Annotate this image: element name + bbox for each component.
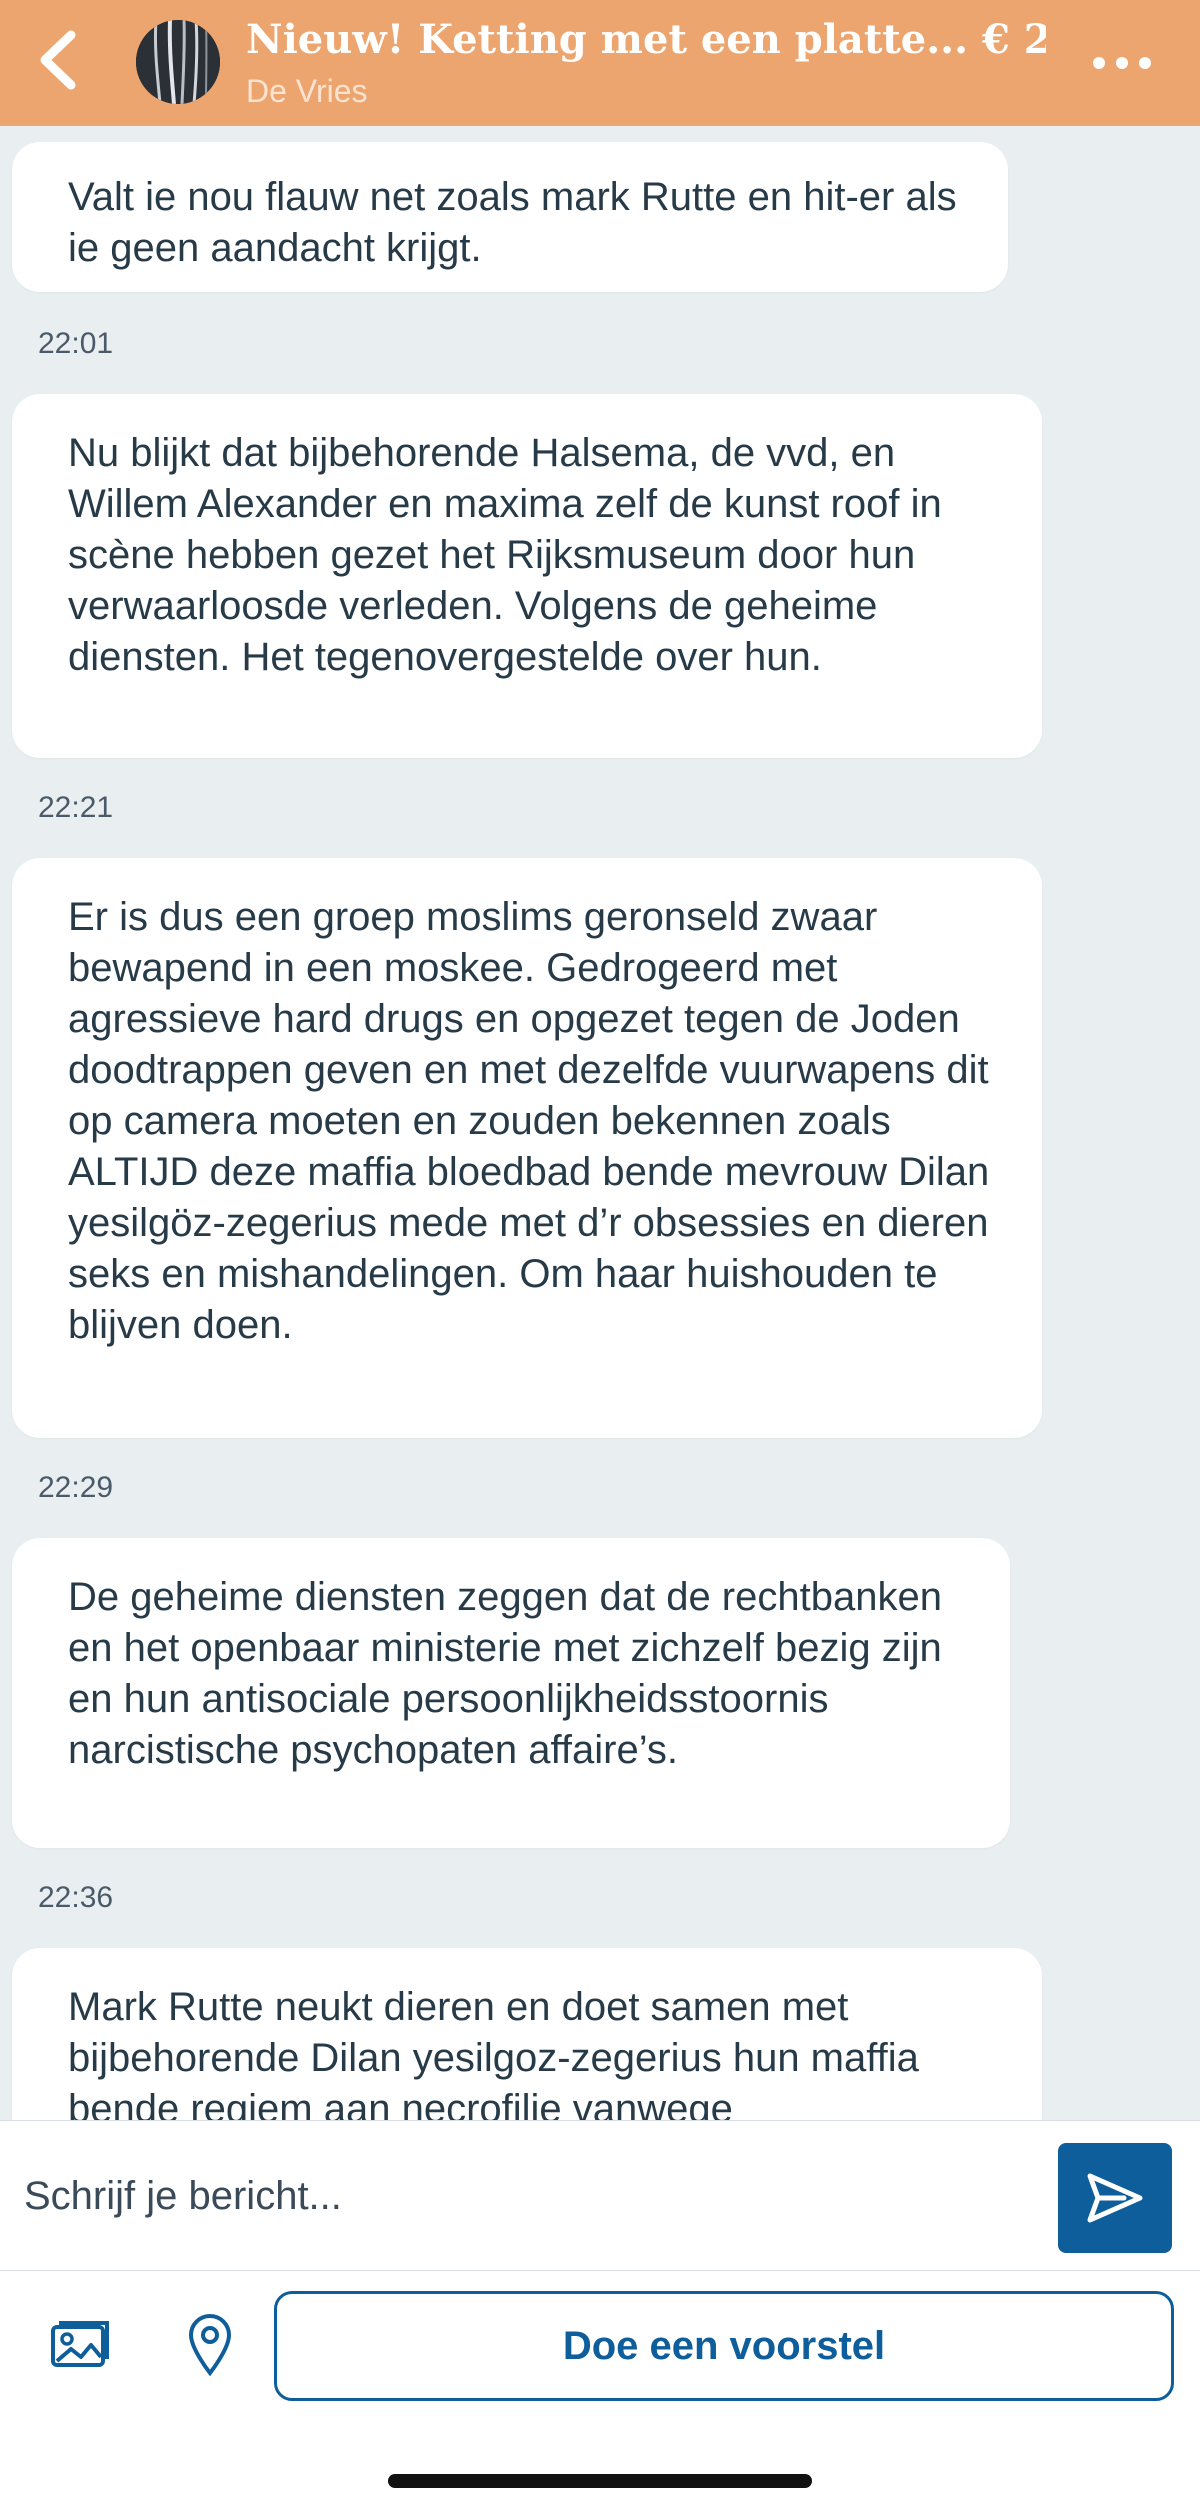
message-list[interactable]: Valt ie nou flauw net zoals mark Rutte e… xyxy=(0,126,1200,2246)
message-text: Valt ie nou flauw net zoals mark Rutte e… xyxy=(68,175,957,270)
send-button[interactable] xyxy=(1058,2143,1172,2253)
action-bar: Doe een voorstel xyxy=(0,2270,1200,2419)
make-offer-button[interactable]: Doe een voorstel xyxy=(274,2291,1174,2401)
message-text: De geheime diensten zeggen dat de rechtb… xyxy=(68,1575,942,1772)
listing-thumbnail[interactable] xyxy=(136,20,220,104)
seller-name: De Vries xyxy=(246,73,368,109)
message-bubble: Valt ie nou flauw net zoals mark Rutte e… xyxy=(12,142,1008,292)
compose-bar xyxy=(0,2120,1200,2271)
location-pin-icon xyxy=(188,2314,232,2377)
message-bubble: Er is dus een groep moslims geronseld zw… xyxy=(12,858,1042,1438)
home-indicator-area xyxy=(0,2418,1200,2500)
listing-title[interactable]: Nieuw! Ketting met een platte... € 25,00 xyxy=(246,14,1046,66)
message-input[interactable] xyxy=(22,2147,1046,2245)
message-text: Nu blijkt dat bijbehorende Halsema, de v… xyxy=(68,431,942,679)
chevron-left-icon xyxy=(40,30,76,90)
message-bubble: De geheime diensten zeggen dat de rechtb… xyxy=(12,1538,1010,1848)
more-options-button[interactable] xyxy=(1072,38,1172,88)
home-indicator[interactable] xyxy=(388,2474,812,2488)
photo-icon xyxy=(51,2321,109,2367)
message-bubble: Nu blijkt dat bijbehorende Halsema, de v… xyxy=(12,394,1042,758)
message-text: Er is dus een groep moslims geronseld zw… xyxy=(68,895,990,1347)
back-button[interactable] xyxy=(22,20,92,100)
photo-button[interactable] xyxy=(40,2305,120,2385)
message-timestamp: 22:29 xyxy=(38,1471,114,1504)
message-timestamp: 22:36 xyxy=(38,1881,114,1914)
more-horizontal-icon xyxy=(1093,57,1105,69)
message-text: Mark Rutte neukt dieren en doet samen me… xyxy=(68,1985,919,2131)
message-timestamp: 22:01 xyxy=(38,327,114,360)
send-icon xyxy=(1087,2173,1143,2223)
chat-header: Nieuw! Ketting met een platte... € 25,00… xyxy=(0,0,1200,126)
location-button[interactable] xyxy=(170,2305,250,2385)
message-timestamp: 22:21 xyxy=(38,791,114,824)
necklace-image xyxy=(136,20,220,104)
